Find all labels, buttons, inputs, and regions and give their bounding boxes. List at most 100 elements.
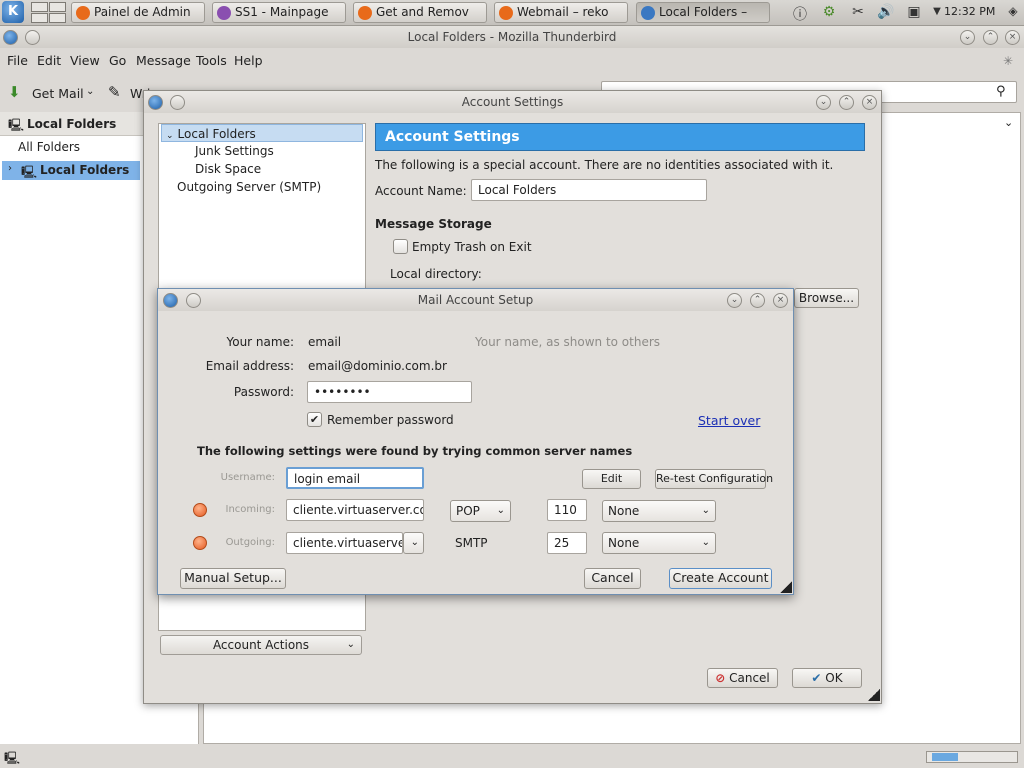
your-name-value[interactable]: email	[308, 335, 341, 349]
panel-toolbox-icon[interactable]: ◈	[1005, 4, 1021, 22]
outgoing-security-select[interactable]: None ⌄	[602, 532, 716, 554]
username-input[interactable]: login email	[286, 467, 424, 489]
maximize-icon[interactable]: ⌃	[750, 293, 765, 308]
activity-throbber-icon: ✳	[1003, 54, 1014, 68]
firefox-icon	[76, 6, 90, 20]
dialog-menu-icon[interactable]	[186, 293, 201, 308]
minimize-icon[interactable]: ⌄	[816, 95, 831, 110]
special-account-note: The following is a special account. Ther…	[375, 158, 834, 172]
resize-grip-icon[interactable]	[780, 581, 792, 593]
write-button[interactable]: ✎ Wri	[108, 83, 150, 105]
get-mail-icon: ⬇	[8, 83, 21, 101]
kde-menu-icon[interactable]: K	[2, 1, 24, 23]
all-folders-label[interactable]: All Folders	[18, 140, 80, 154]
task-local-folders[interactable]: Local Folders –	[636, 2, 770, 23]
outgoing-port-input[interactable]: 25	[547, 532, 587, 554]
remember-password-checkbox[interactable]: ✔	[307, 412, 322, 427]
menu-edit[interactable]: Edit	[37, 53, 61, 68]
info-icon[interactable]: ⓘ	[790, 4, 810, 23]
incoming-label: Incoming:	[225, 504, 275, 515]
incoming-security-select[interactable]: None ⌄	[602, 500, 716, 522]
collapse-arrow-icon[interactable]: ⌄	[166, 131, 174, 141]
incoming-status-icon	[193, 503, 207, 517]
empty-trash-label: Empty Trash on Exit	[412, 240, 532, 254]
pane-dropdown-icon[interactable]: ⌄	[1004, 116, 1013, 129]
folder-item-local-folders[interactable]: › 🖳 Local Folders	[2, 161, 140, 180]
thunderbird-titlebar: Local Folders - Mozilla Thunderbird	[0, 26, 1024, 48]
task-painel-admin[interactable]: Painel de Admin	[71, 2, 205, 23]
dialog-app-icon[interactable]	[163, 293, 178, 308]
cancel-button[interactable]: ⊘ Cancel	[707, 668, 778, 688]
ok-button[interactable]: ✔ OK	[792, 668, 862, 688]
outgoing-server-dropdown[interactable]: ⌄	[403, 532, 424, 554]
menu-go[interactable]: Go	[109, 53, 126, 68]
pager-desktop-2[interactable]	[49, 2, 66, 12]
maximize-icon[interactable]: ⌃	[983, 30, 998, 45]
retest-configuration-button[interactable]: Re-test Configuration	[655, 469, 773, 489]
browser-icon	[217, 6, 231, 20]
password-input[interactable]: ••••••••	[307, 381, 472, 403]
get-mail-dropdown-icon[interactable]: ⌄	[86, 86, 94, 97]
update-gear-icon[interactable]: ⚙	[818, 4, 840, 22]
task-webmail[interactable]: Webmail – reko	[494, 2, 628, 23]
cancel-button[interactable]: Cancel	[584, 568, 641, 589]
incoming-port-input[interactable]: 110	[547, 499, 587, 521]
menu-view[interactable]: View	[70, 53, 100, 68]
create-account-button[interactable]: Create Account	[669, 568, 772, 589]
task-ss1-mainpage[interactable]: SS1 - Mainpage	[212, 2, 346, 23]
empty-trash-checkbox[interactable]	[393, 239, 408, 254]
dialog-menu-icon[interactable]	[170, 95, 185, 110]
tree-item-outgoing-server[interactable]: Outgoing Server (SMTP)	[177, 178, 321, 196]
close-icon[interactable]: ×	[1005, 30, 1020, 45]
close-icon[interactable]: ×	[773, 293, 788, 308]
close-icon[interactable]: ×	[862, 95, 877, 110]
local-folders-icon: 🖳	[21, 165, 38, 179]
menu-tools[interactable]: Tools	[196, 53, 227, 68]
network-icon[interactable]: ▣	[903, 4, 925, 22]
firefox-icon	[499, 6, 513, 20]
pager-desktop-4[interactable]	[49, 13, 66, 23]
mail-setup-titlebar: Mail Account Setup	[158, 289, 793, 311]
account-actions-button[interactable]: Account Actions ⌄	[160, 635, 362, 655]
menubar: File Edit View Go Message Tools Help	[0, 50, 1024, 72]
clock[interactable]: 12:32 PM	[944, 5, 995, 18]
tray-expand-icon[interactable]: ▼	[930, 6, 944, 24]
your-name-label: Your name:	[226, 335, 294, 349]
tree-item-local-folders[interactable]: ⌄ Local Folders	[161, 124, 363, 142]
incoming-server-input[interactable]: cliente.virtuaserver.com	[286, 499, 424, 521]
task-get-and-remove[interactable]: Get and Remov	[353, 2, 487, 23]
pager-desktop-1[interactable]	[31, 2, 48, 12]
edit-button[interactable]: Edit	[582, 469, 641, 489]
email-address-value[interactable]: email@dominio.com.br	[308, 359, 447, 373]
get-mail-button[interactable]: ⬇ Get Mail ⌄	[8, 83, 104, 105]
dialog-app-icon[interactable]	[148, 95, 163, 110]
local-directory-label: Local directory:	[390, 267, 482, 281]
scissors-icon[interactable]: ✂	[848, 4, 868, 22]
menu-message[interactable]: Message	[136, 53, 191, 68]
pager-desktop-3[interactable]	[31, 13, 48, 23]
account-name-input[interactable]: Local Folders	[471, 179, 707, 201]
expand-arrow-icon[interactable]: ›	[8, 163, 12, 174]
tree-item-junk-settings[interactable]: Junk Settings	[195, 142, 274, 160]
outgoing-server-input[interactable]: cliente.virtuaserver	[286, 532, 403, 554]
offline-status-icon[interactable]: 🖳	[4, 749, 20, 768]
menu-file[interactable]: File	[7, 53, 28, 68]
incoming-protocol-select[interactable]: POP ⌄	[450, 500, 511, 522]
start-over-link[interactable]: Start over	[698, 413, 760, 428]
maximize-icon[interactable]: ⌃	[839, 95, 854, 110]
browse-button[interactable]: Browse...	[794, 288, 859, 308]
account-settings-titlebar: Account Settings	[144, 91, 881, 113]
thunderbird-app-icon[interactable]	[3, 30, 18, 45]
minimize-icon[interactable]: ⌄	[960, 30, 975, 45]
tree-item-disk-space[interactable]: Disk Space	[195, 160, 261, 178]
found-settings-heading: The following settings were found by try…	[197, 444, 633, 458]
menu-help[interactable]: Help	[234, 53, 263, 68]
manual-setup-button[interactable]: Manual Setup...	[180, 568, 286, 589]
volume-icon[interactable]: 🔊	[874, 4, 898, 22]
firefox-icon	[358, 6, 372, 20]
resize-grip-icon[interactable]	[868, 689, 880, 701]
binoculars-search-icon[interactable]: ⚲	[996, 84, 1006, 99]
taskbar: K Painel de Admin SS1 - Mainpage Get and…	[0, 0, 1024, 26]
window-menu-icon[interactable]	[25, 30, 40, 45]
minimize-icon[interactable]: ⌄	[727, 293, 742, 308]
